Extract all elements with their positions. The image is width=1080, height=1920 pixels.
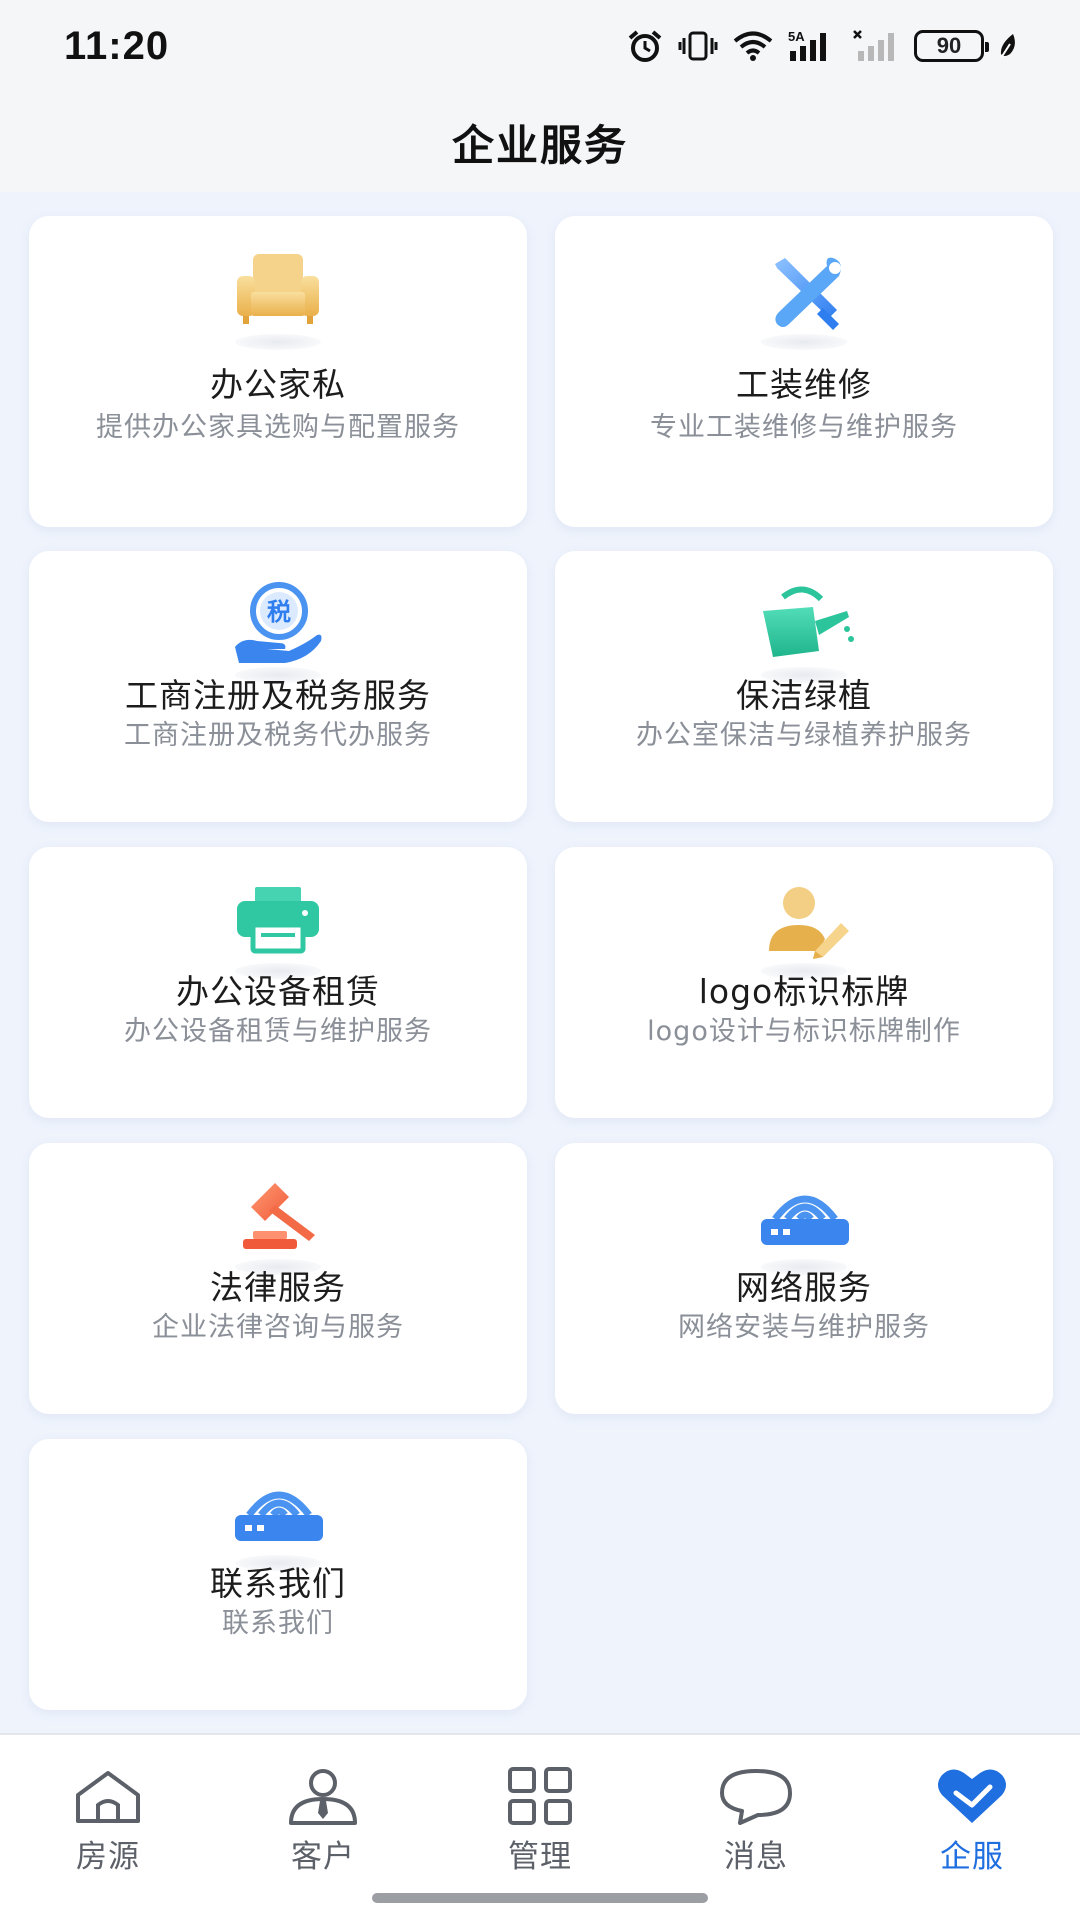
bottom-nav: 房源 客户 管理 消息 企服 [0, 1733, 1080, 1920]
nav-label: 企服 [940, 1839, 1004, 1875]
nav-label: 管理 [508, 1839, 572, 1875]
router-icon [223, 1465, 333, 1571]
service-desc: 办公室保洁与绿植养护服务 [636, 720, 972, 751]
no-signal-icon [853, 30, 894, 61]
vibrate-icon [678, 31, 718, 61]
tax-hand-icon: 税 [223, 577, 333, 683]
nav-item-messages[interactable]: 消息 [686, 1767, 826, 1887]
service-desc: 专业工装维修与维护服务 [650, 412, 958, 443]
leaf-icon [1000, 34, 1015, 59]
nav-label: 客户 [291, 1839, 355, 1875]
status-icons: 5A 90 [626, 29, 1018, 63]
service-desc: logo设计与标识标牌制作 [647, 1016, 961, 1047]
customer-icon [289, 1769, 357, 1825]
service-desc: 联系我们 [222, 1608, 334, 1639]
service-title: logo标识标牌 [698, 972, 910, 1011]
gavel-icon [223, 1169, 333, 1275]
service-title: 工商注册及税务服务 [125, 676, 431, 715]
service-title: 保洁绿植 [736, 676, 872, 715]
header: 企业服务 [0, 92, 1080, 192]
router-icon [749, 1169, 859, 1275]
service-card-cleaning-plants[interactable]: 保洁绿植 办公室保洁与绿植养护服务 [555, 551, 1053, 822]
status-bar: 11:20 5A 90 [0, 0, 1080, 92]
service-title: 网络服务 [736, 1268, 872, 1307]
service-desc: 网络安装与维护服务 [678, 1312, 930, 1343]
service-grid: 办公家私 提供办公家具选购与配置服务 工装维修 专业工装维修与维护服务 税 工商… [0, 192, 1080, 1733]
service-title: 法律服务 [210, 1268, 346, 1307]
service-card-contact-us[interactable]: 联系我们 联系我们 [29, 1439, 527, 1710]
status-time: 11:20 [64, 23, 170, 68]
nav-label: 房源 [76, 1839, 140, 1875]
tools-icon [749, 244, 859, 350]
network-type: 5A [788, 29, 805, 44]
battery-icon: 90 [914, 30, 989, 62]
service-desc: 办公设备租赁与维护服务 [124, 1016, 432, 1047]
service-card-repair[interactable]: 工装维修 专业工装维修与维护服务 [555, 216, 1053, 527]
service-card-registration-tax[interactable]: 税 工商注册及税务服务 工商注册及税务代办服务 [29, 551, 527, 822]
service-card-logo-signage[interactable]: logo标识标牌 logo设计与标识标牌制作 [555, 847, 1053, 1118]
sofa-icon [223, 244, 333, 350]
grid-icon [508, 1767, 572, 1825]
service-card-office-furniture[interactable]: 办公家私 提供办公家具选购与配置服务 [29, 216, 527, 527]
service-card-network[interactable]: 网络服务 网络安装与维护服务 [555, 1143, 1053, 1414]
service-card-equipment-rental[interactable]: 办公设备租赁 办公设备租赁与维护服务 [29, 847, 527, 1118]
service-title: 办公家私 [210, 365, 346, 404]
service-card-legal[interactable]: 法律服务 企业法律咨询与服务 [29, 1143, 527, 1414]
service-title: 办公设备租赁 [176, 972, 380, 1011]
tax-char: 税 [267, 598, 291, 626]
home-indicator[interactable] [372, 1893, 708, 1903]
house-icon [76, 1771, 140, 1823]
service-title: 联系我们 [210, 1564, 346, 1603]
wifi-icon [733, 31, 773, 61]
nav-item-management[interactable]: 管理 [470, 1767, 610, 1887]
nav-item-customers[interactable]: 客户 [253, 1767, 393, 1887]
service-title: 工装维修 [736, 365, 872, 404]
screen: 11:20 5A 90 企业服务 办公家私 提供办公家具选购与配置服务 工装维修… [0, 0, 1080, 1920]
heart-icon [938, 1769, 1006, 1823]
nav-item-enterprise-services[interactable]: 企服 [902, 1767, 1042, 1887]
battery-level: 90 [936, 33, 962, 58]
service-desc: 工商注册及税务代办服务 [124, 720, 432, 751]
page-title: 企业服务 [451, 120, 628, 170]
alarm-icon [628, 30, 662, 62]
watering-can-icon [749, 577, 859, 683]
service-desc: 提供办公家具选购与配置服务 [96, 412, 460, 443]
user-edit-icon [749, 873, 859, 979]
nav-item-listings[interactable]: 房源 [38, 1767, 178, 1887]
nav-label: 消息 [724, 1839, 788, 1875]
chat-bubble-icon [720, 1769, 792, 1825]
printer-icon [223, 873, 333, 979]
service-desc: 企业法律咨询与服务 [152, 1312, 404, 1343]
signal-icon: 5A [788, 29, 826, 61]
